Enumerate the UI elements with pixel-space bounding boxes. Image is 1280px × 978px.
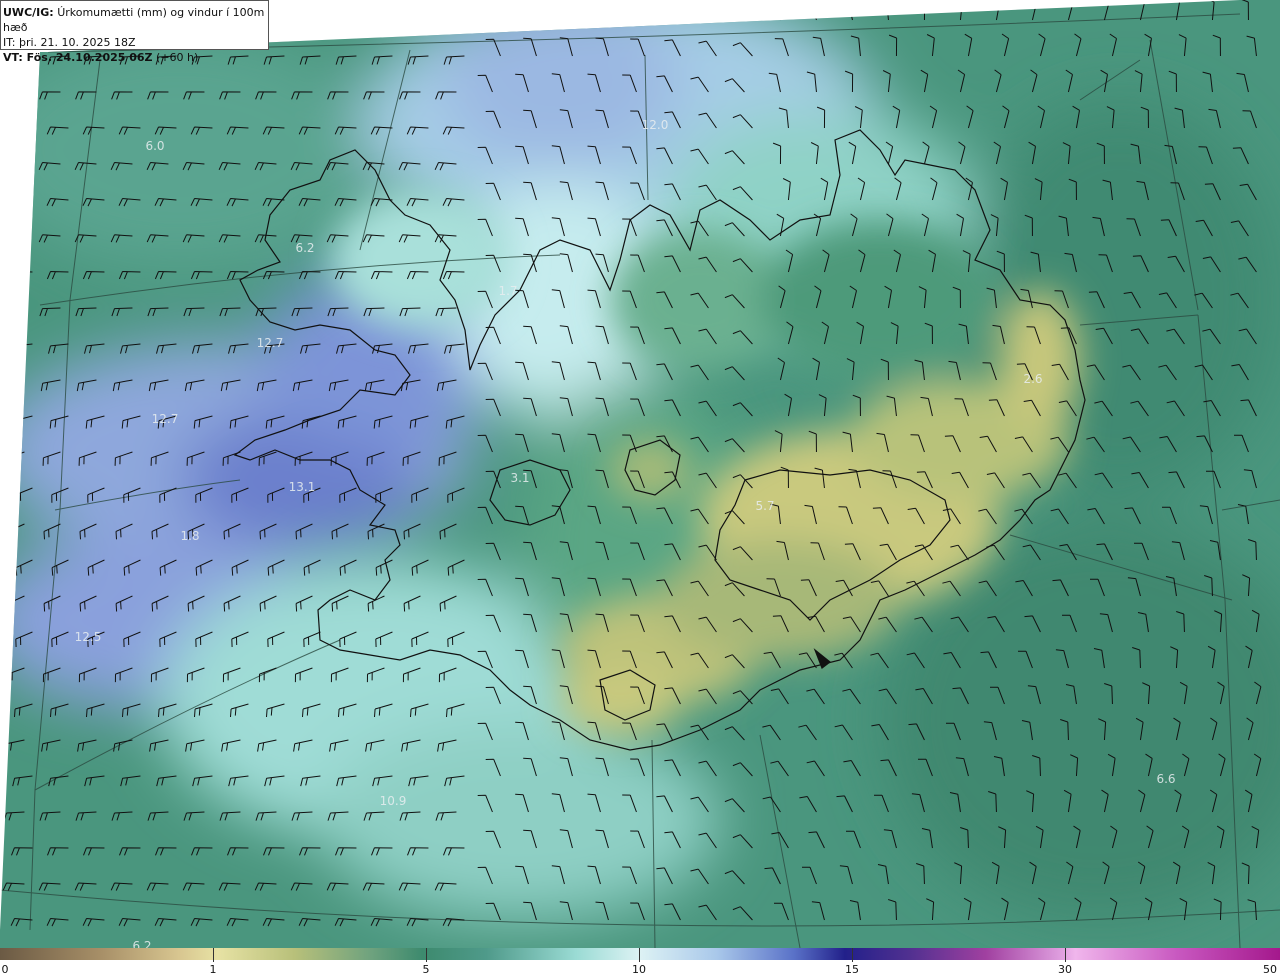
map-value-label: 13.1 [289, 480, 316, 494]
forecast-hour: (+60 h) [156, 51, 199, 64]
map-value-label: 6.2 [132, 939, 151, 948]
colorbar-label: 15 [845, 963, 859, 976]
map-value-label: 6.0 [145, 139, 164, 153]
colorbar-tick [1065, 948, 1066, 962]
map-value-label: 3.1 [510, 471, 529, 485]
map-value-label: 6.2 [295, 241, 314, 255]
map-value-label: 12.0 [642, 118, 669, 132]
map-value-label: 12.7 [257, 336, 284, 350]
colorbar-label: 1 [209, 963, 217, 976]
colorbar-tick [852, 948, 853, 962]
colorbar [0, 948, 1280, 960]
map-value-label: 2.6 [1023, 372, 1042, 386]
map-value-label: 5.7 [755, 499, 774, 513]
weather-map: 6.0 12.0 12.7 12.7 13.1 12.5 10.9 6.6 2.… [0, 0, 1280, 948]
map-value-label: 6.6 [1156, 772, 1175, 786]
map-value-label: 12.7 [152, 412, 179, 426]
valid-time: VT: Fös. 24.10.2025 06Z [3, 51, 153, 64]
colorbar-label: 10 [632, 963, 646, 976]
map-value-label: 10.9 [380, 794, 407, 808]
colorbar-label: 5 [422, 963, 430, 976]
colorbar-tick [639, 948, 640, 962]
colorbar-label: 30 [1058, 963, 1072, 976]
map-value-label: 1.8 [180, 529, 199, 543]
colorbar-tick [213, 948, 214, 962]
map-value-label: 1.7 [498, 284, 517, 298]
product-code: UWC/IG: [3, 6, 54, 19]
map-value-label: 12.5 [75, 630, 102, 644]
map-header: UWC/IG: Úrkomumætti (mm) og vindur í 100… [0, 0, 269, 64]
initial-time: IT: þri. 21. 10. 2025 18Z [3, 36, 136, 49]
colorbar-label: 50 [1263, 963, 1277, 976]
colorbar-label: 0 [1, 963, 9, 976]
colorbar-tick [426, 948, 427, 962]
